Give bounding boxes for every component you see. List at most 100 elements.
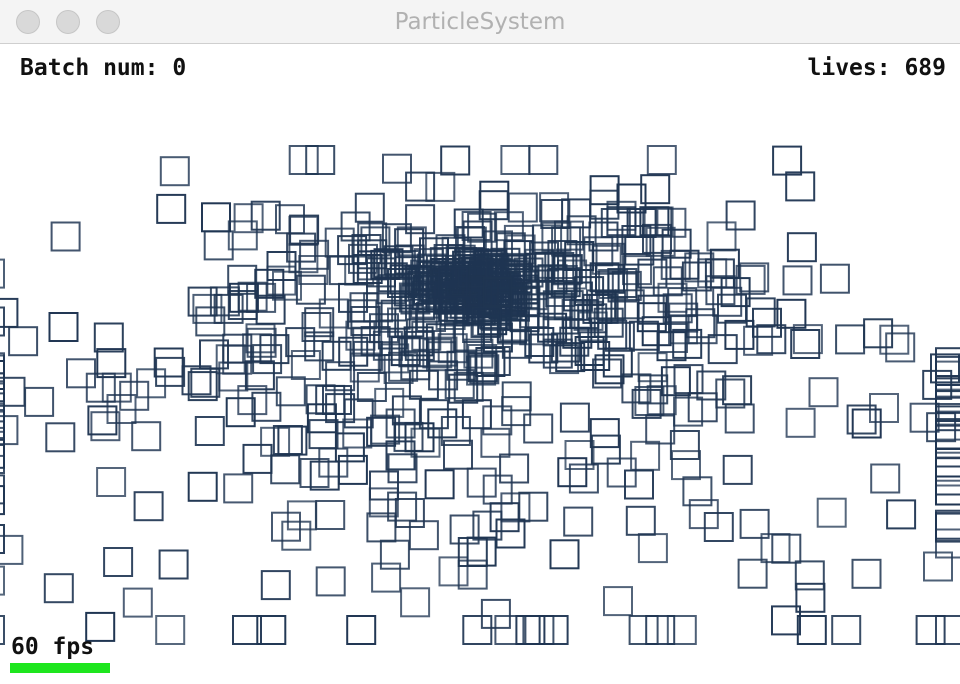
particle-square [462,615,493,645]
particle-square [181,365,212,396]
particle-square [523,413,554,444]
particle-square [637,533,668,564]
particle-square [187,471,218,502]
particle-square [499,453,530,484]
title-bar: ParticleSystem [0,0,960,44]
particle-square [559,402,590,433]
particle-square [819,263,850,294]
particle-square [271,511,301,542]
particle-square [796,615,827,645]
particle-square [489,502,520,533]
particle-square [315,500,346,530]
particle-square [346,615,377,645]
particle-square [103,547,134,577]
particle-square [424,469,455,500]
particle-square [0,258,5,289]
particle-square [0,474,5,505]
particle-square [624,469,654,500]
particle-square [252,344,283,375]
particle-square [646,145,677,175]
particle-square [0,297,19,328]
particle-field [0,145,960,645]
fps-meter-bar [10,663,110,673]
particle-square [90,411,121,442]
particle-square [935,509,960,540]
particle-square [935,615,960,645]
particle-square [808,377,839,408]
particle-square [410,427,441,458]
particle-square [915,615,946,645]
particle-square [299,458,330,488]
particle-square [794,560,825,591]
particle-square [772,145,803,176]
particle-square [24,386,55,417]
particle-square [518,491,549,522]
particle-square [457,537,488,567]
particle-square [194,416,225,446]
particle-square [201,202,231,233]
particle-square [158,549,189,580]
particle-square [563,506,594,537]
particle-square [337,454,368,485]
particle-square [156,193,187,224]
particle-square [706,221,737,252]
particle-square [0,360,5,390]
particle-square [500,492,531,523]
particle-square [935,512,960,543]
particle-square [851,558,882,589]
particle-square [308,419,339,450]
particle-square [223,473,254,504]
particle-square [227,264,258,295]
particle-square [0,306,5,337]
particle-square [539,192,570,223]
particle-square [602,347,633,378]
particle-square [315,566,346,597]
particle-square [816,497,847,528]
particle-square [8,326,39,357]
particle-square [242,443,273,474]
particle-square [909,402,940,433]
particle-square [668,302,699,333]
particle-square [93,322,124,353]
particle-square [722,454,753,485]
particle-square [305,145,336,175]
particle-square [835,324,866,355]
particle-square [122,587,153,618]
particle-square [136,368,167,399]
particle-square [43,573,74,604]
particle-square [159,156,190,187]
particle-square [500,145,531,175]
particle-square [0,409,5,439]
particle-square [48,312,79,342]
particle-square [461,399,492,430]
particle-square [325,393,356,424]
particle-square [281,520,312,551]
particle-square [466,467,497,498]
particle-square [786,232,817,263]
particle-square [87,405,118,436]
particle-square [131,421,162,452]
particle-square [482,474,513,505]
particle-square [387,453,418,484]
particle-square [155,356,186,387]
particle-square [480,427,511,458]
particle-square [153,347,184,378]
particle-square [408,369,439,400]
particle-square [935,429,960,460]
particle-square [366,512,397,543]
particle-square [50,221,81,252]
particle-square [724,403,755,434]
particle-square [528,145,559,175]
particle-square [782,265,813,296]
particle-square [369,470,399,501]
particle-canvas: Batch num: 0 lives: 689 60 fps [0,44,960,684]
particle-square [745,297,776,328]
particle-square [155,615,186,645]
particle-square [785,407,816,438]
particle-square [440,145,471,176]
particle-square [45,422,76,453]
particle-square [298,255,329,285]
particle-square [286,500,317,531]
particle-square [549,539,580,570]
particle-square [306,403,337,434]
